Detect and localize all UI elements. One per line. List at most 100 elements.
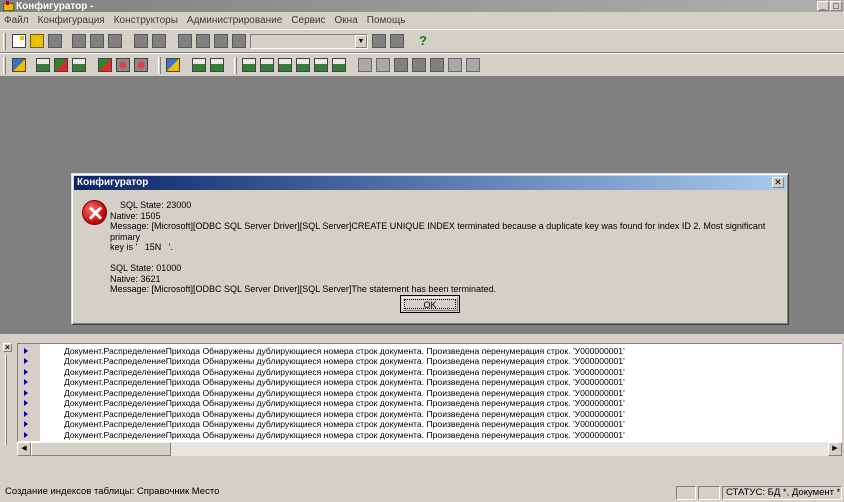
- menu-administration[interactable]: Администрирование: [187, 15, 282, 26]
- close-icon[interactable]: ✕: [772, 177, 784, 188]
- status-pane-1: [676, 486, 696, 500]
- list-item[interactable]: Документ.РаспределениеПрихода Обнаружены…: [18, 398, 841, 408]
- same-height-icon[interactable]: [466, 58, 480, 72]
- help-icon[interactable]: ?: [416, 34, 430, 48]
- message-line: SQL State: 23000: [110, 200, 192, 210]
- window-title: Конфигуратор -: [16, 0, 94, 12]
- panel-grip[interactable]: [5, 355, 7, 445]
- bookmark-next-icon[interactable]: [390, 34, 404, 48]
- save-configuration-icon[interactable]: [54, 58, 68, 72]
- open-configuration-icon[interactable]: [36, 58, 50, 72]
- list-item[interactable]: Документ.РаспределениеПрихода Обнаружены…: [18, 419, 841, 429]
- menu-configuration[interactable]: Конфигурация: [38, 15, 105, 26]
- arrow-marker-icon: [24, 368, 28, 375]
- users-icon[interactable]: [166, 58, 180, 72]
- bookmark-icon[interactable]: [372, 34, 386, 48]
- message-text: Документ.РаспределениеПрихода Обнаружены…: [64, 398, 625, 408]
- menu-windows[interactable]: Окна: [335, 15, 358, 26]
- align-center-icon[interactable]: [376, 58, 390, 72]
- toolbar-grip[interactable]: [3, 33, 6, 50]
- message-text: Документ.РаспределениеПрихода Обнаружены…: [64, 408, 625, 419]
- configuration-tree-icon[interactable]: [12, 58, 26, 72]
- find-icon[interactable]: [178, 34, 192, 48]
- menu-service[interactable]: Сервис: [291, 15, 325, 26]
- ok-button-label: OK: [402, 297, 458, 311]
- arrow-marker-icon: [24, 421, 28, 427]
- toolbar-grip[interactable]: [3, 57, 6, 74]
- dialog-title-bar: Конфигуратор ✕: [74, 176, 786, 190]
- designer-query-icon[interactable]: [332, 58, 346, 72]
- message-text: Документ.РаспределениеПрихода Обнаружены…: [64, 366, 625, 377]
- message-text: Документ.РаспределениеПрихода Обнаружены…: [64, 377, 625, 387]
- compare-configuration-icon[interactable]: [72, 58, 86, 72]
- maximize-button[interactable]: □: [830, 1, 842, 11]
- ok-button[interactable]: OK: [400, 295, 460, 313]
- list-item[interactable]: Документ.РаспределениеПрихода Обнаружены…: [18, 356, 841, 366]
- message-line: key is ' 15N '.: [110, 242, 173, 252]
- debugger-icon[interactable]: [98, 58, 112, 72]
- same-width-icon[interactable]: [448, 58, 462, 72]
- paste-icon[interactable]: [108, 34, 122, 48]
- copy-icon[interactable]: [90, 34, 104, 48]
- menu-file[interactable]: Файл: [4, 15, 29, 26]
- list-item[interactable]: Документ.РаспределениеПрихода Обнаружены…: [18, 430, 841, 440]
- chevron-down-icon[interactable]: ▼: [355, 35, 367, 48]
- dialog-title: Конфигуратор: [77, 177, 149, 188]
- scroll-left-icon[interactable]: ◀: [17, 442, 31, 456]
- status-bar: Создание индексов таблицы: Справочник Ме…: [0, 484, 844, 502]
- message-text: Документ.РаспределениеПрихода Обнаружены…: [64, 419, 625, 429]
- align-right-icon[interactable]: [394, 58, 408, 72]
- metadata-icon[interactable]: [192, 58, 206, 72]
- align-top-icon[interactable]: [412, 58, 426, 72]
- replace-icon[interactable]: [214, 34, 228, 48]
- find-next-icon[interactable]: [196, 34, 210, 48]
- stop-icon[interactable]: [134, 58, 148, 72]
- standard-toolbar: ▼ ?: [0, 29, 844, 53]
- list-item[interactable]: Документ.РаспределениеПрихода Обнаружены…: [18, 377, 841, 387]
- toolbar-grip[interactable]: [158, 57, 161, 74]
- close-icon[interactable]: ×: [3, 343, 12, 352]
- toolbar-grip[interactable]: [234, 57, 237, 74]
- designer-catalog-icon[interactable]: [314, 58, 328, 72]
- new-document-icon[interactable]: [12, 34, 26, 48]
- menu-help[interactable]: Помощь: [367, 15, 406, 26]
- message-line: Message: [Microsoft][ODBC SQL Server Dri…: [110, 221, 766, 242]
- error-dialog: Конфигуратор ✕ SQL State: 23000 Native: …: [71, 173, 789, 325]
- save-icon[interactable]: [48, 34, 62, 48]
- designer-journal-icon[interactable]: [278, 58, 292, 72]
- interfaces-icon[interactable]: [210, 58, 224, 72]
- message-list[interactable]: Документ.РаспределениеПрихода Обнаружены…: [17, 343, 842, 442]
- arrow-marker-icon: [24, 379, 28, 385]
- list-item[interactable]: Документ.РаспределениеПрихода Обнаружены…: [18, 346, 841, 356]
- list-item[interactable]: Документ.РаспределениеПрихода Обнаружены…: [18, 388, 841, 398]
- undo-icon[interactable]: [134, 34, 148, 48]
- search-combo[interactable]: ▼: [250, 34, 368, 49]
- message-line: Message: [Microsoft][ODBC SQL Server Dri…: [110, 284, 496, 294]
- minimize-button[interactable]: _: [817, 1, 829, 11]
- designer-form-icon[interactable]: [296, 58, 310, 72]
- scroll-thumb[interactable]: [31, 442, 171, 456]
- designer-report-icon[interactable]: [260, 58, 274, 72]
- align-bottom-icon[interactable]: [430, 58, 444, 72]
- message-text: Документ.РаспределениеПрихода Обнаружены…: [64, 346, 625, 356]
- arrow-marker-icon: [24, 389, 28, 396]
- list-item[interactable]: Документ.РаспределениеПрихода Обнаружены…: [18, 367, 841, 377]
- arrow-marker-icon: [24, 400, 28, 406]
- syntax-check-icon[interactable]: [116, 58, 130, 72]
- arrow-marker-icon: [24, 348, 28, 354]
- designer-document-icon[interactable]: [242, 58, 256, 72]
- align-left-icon[interactable]: [358, 58, 372, 72]
- horizontal-scrollbar[interactable]: ◀ ▶: [17, 442, 842, 456]
- list-item[interactable]: Документ.РаспределениеПрихода Обнаружены…: [18, 409, 841, 419]
- status-message: Создание индексов таблицы: Справочник Ме…: [5, 486, 220, 497]
- redo-icon[interactable]: [152, 34, 166, 48]
- message-line: Native: 3621: [110, 273, 161, 284]
- message-window-handle: ×: [3, 343, 13, 448]
- menu-constructors[interactable]: Конструкторы: [114, 15, 178, 26]
- open-folder-icon[interactable]: [30, 34, 44, 48]
- scroll-right-icon[interactable]: ▶: [828, 442, 842, 456]
- goto-icon[interactable]: [232, 34, 246, 48]
- cut-icon[interactable]: [72, 34, 86, 48]
- message-text: Документ.РаспределениеПрихода Обнаружены…: [64, 429, 625, 440]
